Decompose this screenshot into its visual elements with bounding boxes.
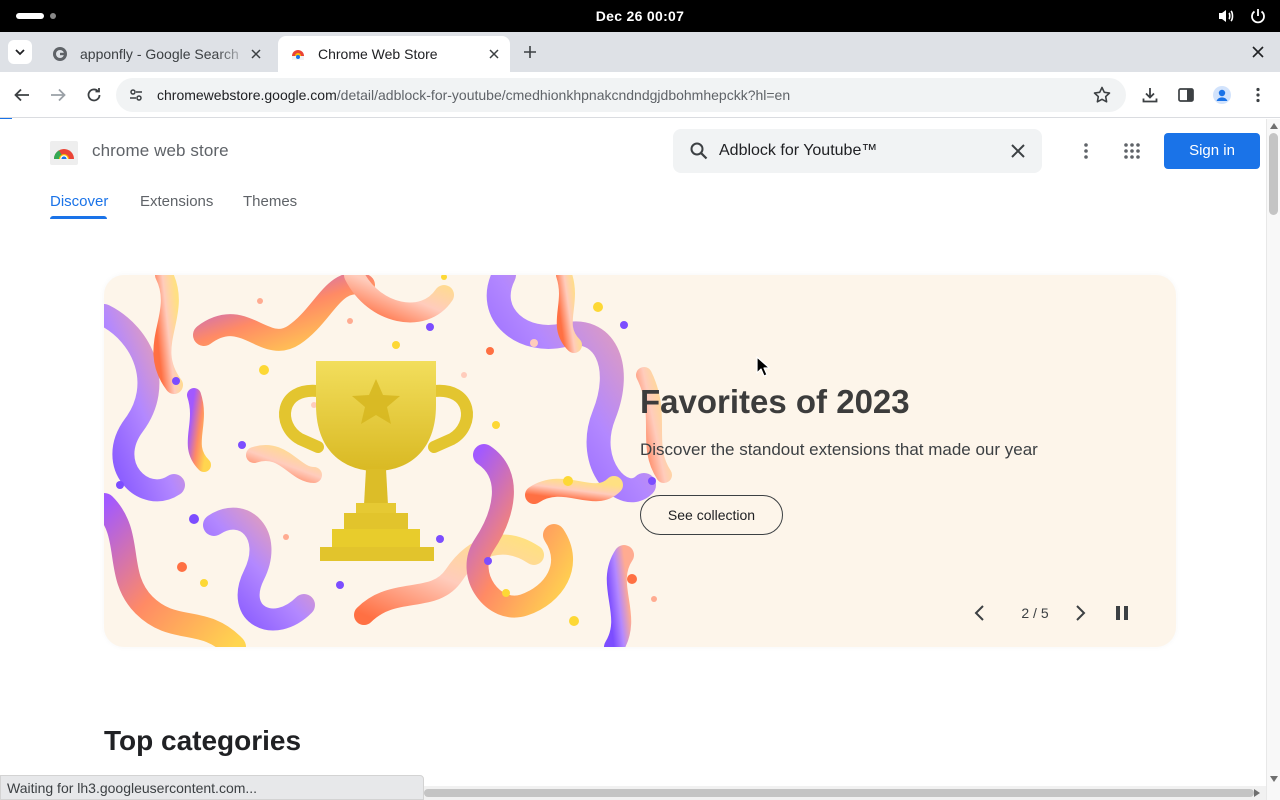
chevron-left-icon <box>974 605 984 621</box>
download-icon <box>1142 88 1158 103</box>
store-more-options-button[interactable] <box>1074 139 1098 163</box>
store-brand-name[interactable]: chrome web store <box>92 141 229 161</box>
carousel-controls: 2 / 5 <box>970 601 1140 629</box>
scroll-right-arrow-icon[interactable] <box>1254 789 1260 797</box>
arrow-right-icon <box>51 88 66 102</box>
tab-discover[interactable]: Discover <box>50 193 108 210</box>
system-clock[interactable]: Dec 26 00:07 <box>0 0 1280 32</box>
tab-chrome-web-store[interactable]: Chrome Web Store <box>278 36 510 72</box>
browser-toolbar: chromewebstore.google.com/detail/adblock… <box>0 72 1280 118</box>
hero-subtitle: Discover the standout extensions that ma… <box>640 440 1038 459</box>
google-apps-button[interactable] <box>1120 139 1144 163</box>
trophy-confetti-illustration <box>104 275 672 647</box>
close-tab-icon[interactable] <box>248 46 264 62</box>
url-text[interactable]: chromewebstore.google.com/detail/adblock… <box>157 78 790 112</box>
address-bar[interactable]: chromewebstore.google.com/detail/adblock… <box>116 78 1126 112</box>
carousel-counter: 2 / 5 <box>1021 605 1049 621</box>
tab-strip: apponfly - Google Search Chrome Web Stor… <box>0 32 1280 72</box>
tab-extensions[interactable]: Extensions <box>140 193 213 210</box>
carousel-prev-button[interactable] <box>970 603 990 628</box>
close-tab-icon[interactable] <box>486 46 502 62</box>
side-panel-button[interactable] <box>1174 83 1198 107</box>
chrome-web-store-icon <box>292 50 304 60</box>
see-collection-button[interactable]: See collection <box>640 495 783 535</box>
carousel-pause-button[interactable] <box>1112 603 1132 628</box>
hero-carousel[interactable]: Favorites of 2023 Discover the standout … <box>104 275 1176 647</box>
profile-avatar-icon <box>1213 86 1231 104</box>
downloads-button[interactable] <box>1138 83 1162 107</box>
url-path: /detail/adblock-for-youtube/cmedhionkhpn… <box>336 87 791 103</box>
system-top-bar: Dec 26 00:07 <box>0 0 1280 32</box>
pause-icon <box>1116 606 1128 620</box>
mouse-cursor-icon <box>756 356 770 377</box>
scroll-up-arrow-icon[interactable] <box>1270 123 1278 129</box>
carousel-next-button[interactable] <box>1070 603 1090 628</box>
url-host: chromewebstore.google.com <box>157 87 337 103</box>
bookmark-star-icon[interactable] <box>1092 85 1112 105</box>
clear-search-icon[interactable] <box>1008 141 1028 161</box>
close-icon <box>1252 46 1264 58</box>
tab-themes[interactable]: Themes <box>243 193 297 210</box>
chrome-web-store-logo[interactable] <box>50 139 78 165</box>
browser-menu-button[interactable] <box>1246 83 1270 107</box>
chevron-right-icon <box>1076 605 1086 621</box>
profile-button[interactable] <box>1210 83 1234 107</box>
new-tab-button[interactable] <box>518 40 542 64</box>
top-categories-heading: Top categories <box>104 725 302 756</box>
vertical-scroll-thumb[interactable] <box>1269 133 1278 215</box>
kebab-menu-icon <box>1084 143 1088 159</box>
search-input[interactable] <box>719 129 999 173</box>
tab-title: Chrome Web Store <box>318 46 438 62</box>
web-page: chrome web store Sign in Discover Extens… <box>0 119 1266 800</box>
back-button[interactable] <box>10 83 34 107</box>
google-g-icon <box>53 47 67 61</box>
kebab-menu-icon <box>1256 87 1260 103</box>
power-icon[interactable] <box>1248 6 1268 26</box>
tab-title: apponfly - Google Search <box>80 46 239 62</box>
active-tab-indicator <box>50 216 107 219</box>
tab-google-search[interactable]: apponfly - Google Search <box>40 36 272 72</box>
arrow-left-icon <box>14 88 29 102</box>
scroll-down-arrow-icon[interactable] <box>1270 776 1278 782</box>
reload-icon <box>87 88 101 102</box>
chevron-down-icon <box>15 49 25 56</box>
side-panel-icon <box>1178 88 1194 102</box>
hero-title: Favorites of 2023 <box>640 383 910 420</box>
close-window-button[interactable] <box>1248 42 1268 62</box>
store-search-box[interactable] <box>673 129 1042 173</box>
sign-in-button[interactable]: Sign in <box>1164 133 1260 169</box>
horizontal-scroll-thumb[interactable] <box>424 789 1254 797</box>
plus-icon <box>524 46 536 58</box>
volume-icon[interactable] <box>1216 6 1236 26</box>
forward-button[interactable] <box>46 83 70 107</box>
search-icon <box>690 142 708 160</box>
vertical-scrollbar[interactable] <box>1266 119 1280 800</box>
apps-grid-icon <box>1124 143 1140 159</box>
site-info-icon[interactable] <box>126 85 146 105</box>
system-tray[interactable] <box>1216 6 1268 26</box>
status-bubble: Waiting for lh3.googleusercontent.com... <box>0 775 424 800</box>
reload-button[interactable] <box>82 83 106 107</box>
tab-search-button[interactable] <box>8 40 32 64</box>
